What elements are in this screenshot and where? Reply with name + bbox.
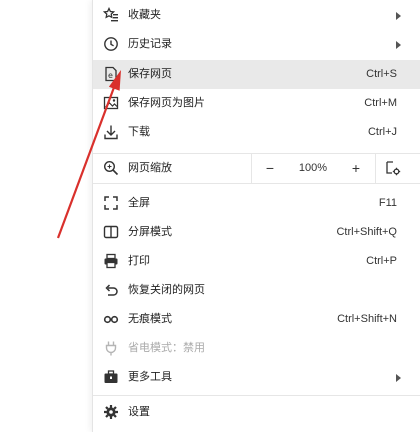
printer-icon	[103, 253, 119, 269]
star-list-icon	[103, 7, 119, 23]
menu-item-label: 保存网页为图片	[128, 97, 205, 109]
menu-item-label: 更多工具	[128, 371, 172, 383]
menu-item-label: 收藏夹	[128, 9, 161, 21]
submenu-arrow-icon	[396, 41, 401, 49]
zoom-magnifier-icon	[103, 160, 119, 176]
zoom-label: 网页缩放	[128, 162, 172, 174]
menu-item-save-page[interactable]: e 保存网页 Ctrl+S	[93, 60, 420, 89]
zoom-in-button[interactable]: +	[339, 153, 373, 183]
menu-separator	[93, 183, 420, 184]
menu-item-label: 历史记录	[128, 38, 172, 50]
menu-item-save-page-as-image[interactable]: 保存网页为图片 Ctrl+M	[93, 89, 420, 118]
menu-item-shortcut: Ctrl+Shift+Q	[336, 226, 397, 238]
menu-separator	[93, 395, 420, 396]
download-icon	[103, 124, 119, 140]
menu-item-print[interactable]: 打印 Ctrl+P	[93, 247, 420, 276]
toolbox-icon	[103, 369, 119, 385]
gear-icon	[103, 404, 119, 420]
menu-item-shortcut: Ctrl+J	[367, 126, 397, 138]
zoom-settings-icon[interactable]	[385, 160, 401, 176]
zoom-out-button[interactable]: −	[253, 153, 287, 183]
zoom-divider	[375, 153, 376, 183]
power-plug-icon	[103, 340, 119, 356]
menu-item-history[interactable]: 历史记录	[93, 30, 420, 59]
menu-item-reopen-closed-page[interactable]: 恢复关闭的网页	[93, 276, 420, 305]
fullscreen-icon	[103, 195, 119, 211]
browser-main-menu: 收藏夹 历史记录 e 保存网页 Ctrl+S 保存网页为图片 Ctrl+M 下载…	[92, 0, 420, 432]
menu-item-settings[interactable]: 设置	[93, 398, 420, 427]
clock-icon	[103, 36, 119, 52]
menu-item-favorites[interactable]: 收藏夹	[93, 1, 420, 30]
split-screen-icon	[103, 224, 119, 240]
menu-item-shortcut: Ctrl+M	[364, 97, 397, 109]
menu-item-shortcut: F11	[378, 197, 397, 209]
menu-item-label: 无痕模式	[128, 313, 172, 325]
zoom-row: 网页缩放 − 100% +	[93, 153, 420, 183]
submenu-arrow-icon	[396, 12, 401, 20]
zoom-value: 100%	[298, 162, 328, 174]
menu-item-label: 分屏模式	[128, 226, 172, 238]
menu-item-split-screen[interactable]: 分屏模式 Ctrl+Shift+Q	[93, 218, 420, 247]
menu-item-label: 设置	[128, 406, 150, 418]
submenu-arrow-icon	[396, 374, 401, 382]
menu-item-label: 恢复关闭的网页	[128, 284, 205, 296]
menu-item-shortcut: Ctrl+P	[366, 255, 397, 267]
menu-item-shortcut: Ctrl+Shift+N	[337, 313, 397, 325]
menu-item-fullscreen[interactable]: 全屏 F11	[93, 189, 420, 218]
menu-item-more-tools[interactable]: 更多工具	[93, 363, 420, 392]
menu-item-power-saving-disabled: 省电模式：禁用	[93, 334, 420, 363]
zoom-divider	[251, 153, 252, 183]
undo-icon	[103, 282, 119, 298]
menu-item-shortcut: Ctrl+S	[366, 68, 397, 80]
incognito-icon	[103, 311, 119, 327]
image-save-icon	[103, 95, 119, 111]
menu-item-label: 省电模式：禁用	[128, 342, 205, 354]
menu-item-label: 全屏	[128, 197, 150, 209]
page-background	[0, 0, 92, 432]
menu-item-label: 保存网页	[128, 68, 172, 80]
menu-item-label: 下载	[128, 126, 150, 138]
svg-text:e: e	[108, 71, 113, 80]
menu-item-label: 打印	[128, 255, 150, 267]
menu-item-download[interactable]: 下载 Ctrl+J	[93, 118, 420, 147]
menu-item-incognito[interactable]: 无痕模式 Ctrl+Shift+N	[93, 305, 420, 334]
save-page-icon: e	[103, 66, 119, 82]
